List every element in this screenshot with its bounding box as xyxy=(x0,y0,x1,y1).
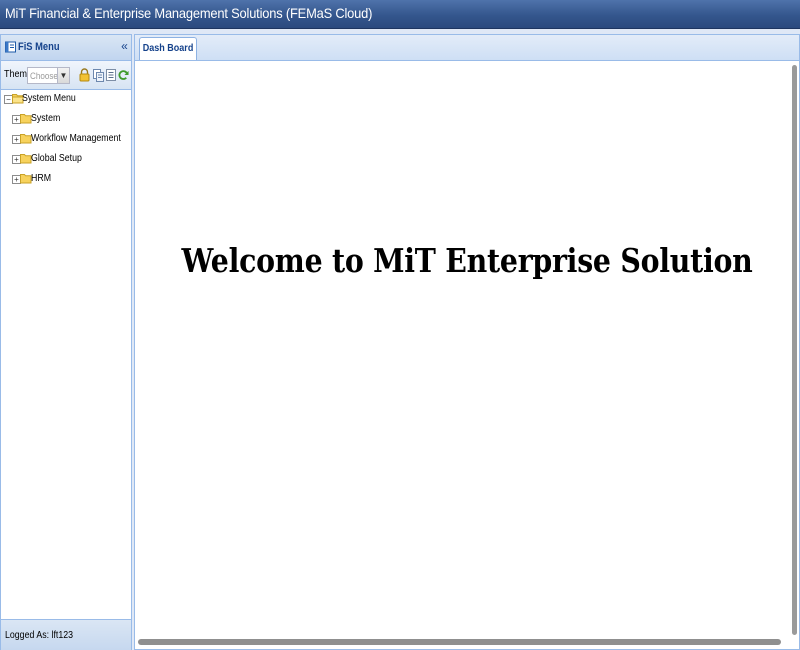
horizontal-scrollbar[interactable] xyxy=(138,639,781,645)
main-content-panel: Dash Board Welcome to MiT Enterprise Sol… xyxy=(134,34,800,650)
tree-node-label: Workflow Management xyxy=(31,133,121,144)
copy-icon[interactable] xyxy=(93,68,104,82)
tab-label: Dash Board xyxy=(142,43,194,54)
tree-node-label: Global Setup xyxy=(31,153,82,164)
tree-node-system-menu[interactable]: − System Menu xyxy=(1,91,131,109)
theme-toolbar: Theme: Choose Ti ▼ xyxy=(1,61,131,90)
refresh-icon[interactable] xyxy=(118,68,129,82)
tree-node-system[interactable]: + System xyxy=(1,111,131,129)
tree-node-global-setup[interactable]: + Global Setup xyxy=(1,151,131,169)
logged-in-user: Logged As: lft123 xyxy=(5,630,74,641)
welcome-heading: Welcome to MiT Enterprise Solution xyxy=(181,241,753,280)
theme-select[interactable]: Choose Ti ▼ xyxy=(27,67,70,84)
book-icon xyxy=(5,41,16,53)
tree-node-hrm[interactable]: + HRM xyxy=(1,171,131,189)
tab-strip: Dash Board xyxy=(135,35,799,61)
window-title-bar: MiT Financial & Enterprise Management So… xyxy=(0,0,800,29)
tree-node-label: System Menu xyxy=(22,93,76,104)
collapse-panel-button[interactable]: « xyxy=(119,40,130,54)
chevron-down-icon[interactable]: ▼ xyxy=(57,68,69,83)
tab-dash-board[interactable]: Dash Board xyxy=(139,37,197,60)
window-title: MiT Financial & Enterprise Management So… xyxy=(5,5,373,21)
list-icon[interactable] xyxy=(106,68,117,82)
lock-icon[interactable] xyxy=(79,68,90,82)
tree-node-workflow-management[interactable]: + Workflow Management xyxy=(1,131,131,149)
vertical-scrollbar[interactable] xyxy=(792,65,797,635)
tree-node-label: HRM xyxy=(31,173,52,184)
status-footer: Logged As: lft123 xyxy=(1,619,131,650)
menu-panel-header: FiS Menu « xyxy=(1,35,131,61)
menu-panel: FiS Menu « Theme: Choose Ti ▼ xyxy=(0,34,132,650)
theme-select-placeholder: Choose Ti xyxy=(30,71,57,81)
tree-node-label: System xyxy=(31,113,61,124)
menu-panel-title: FiS Menu xyxy=(18,41,60,53)
